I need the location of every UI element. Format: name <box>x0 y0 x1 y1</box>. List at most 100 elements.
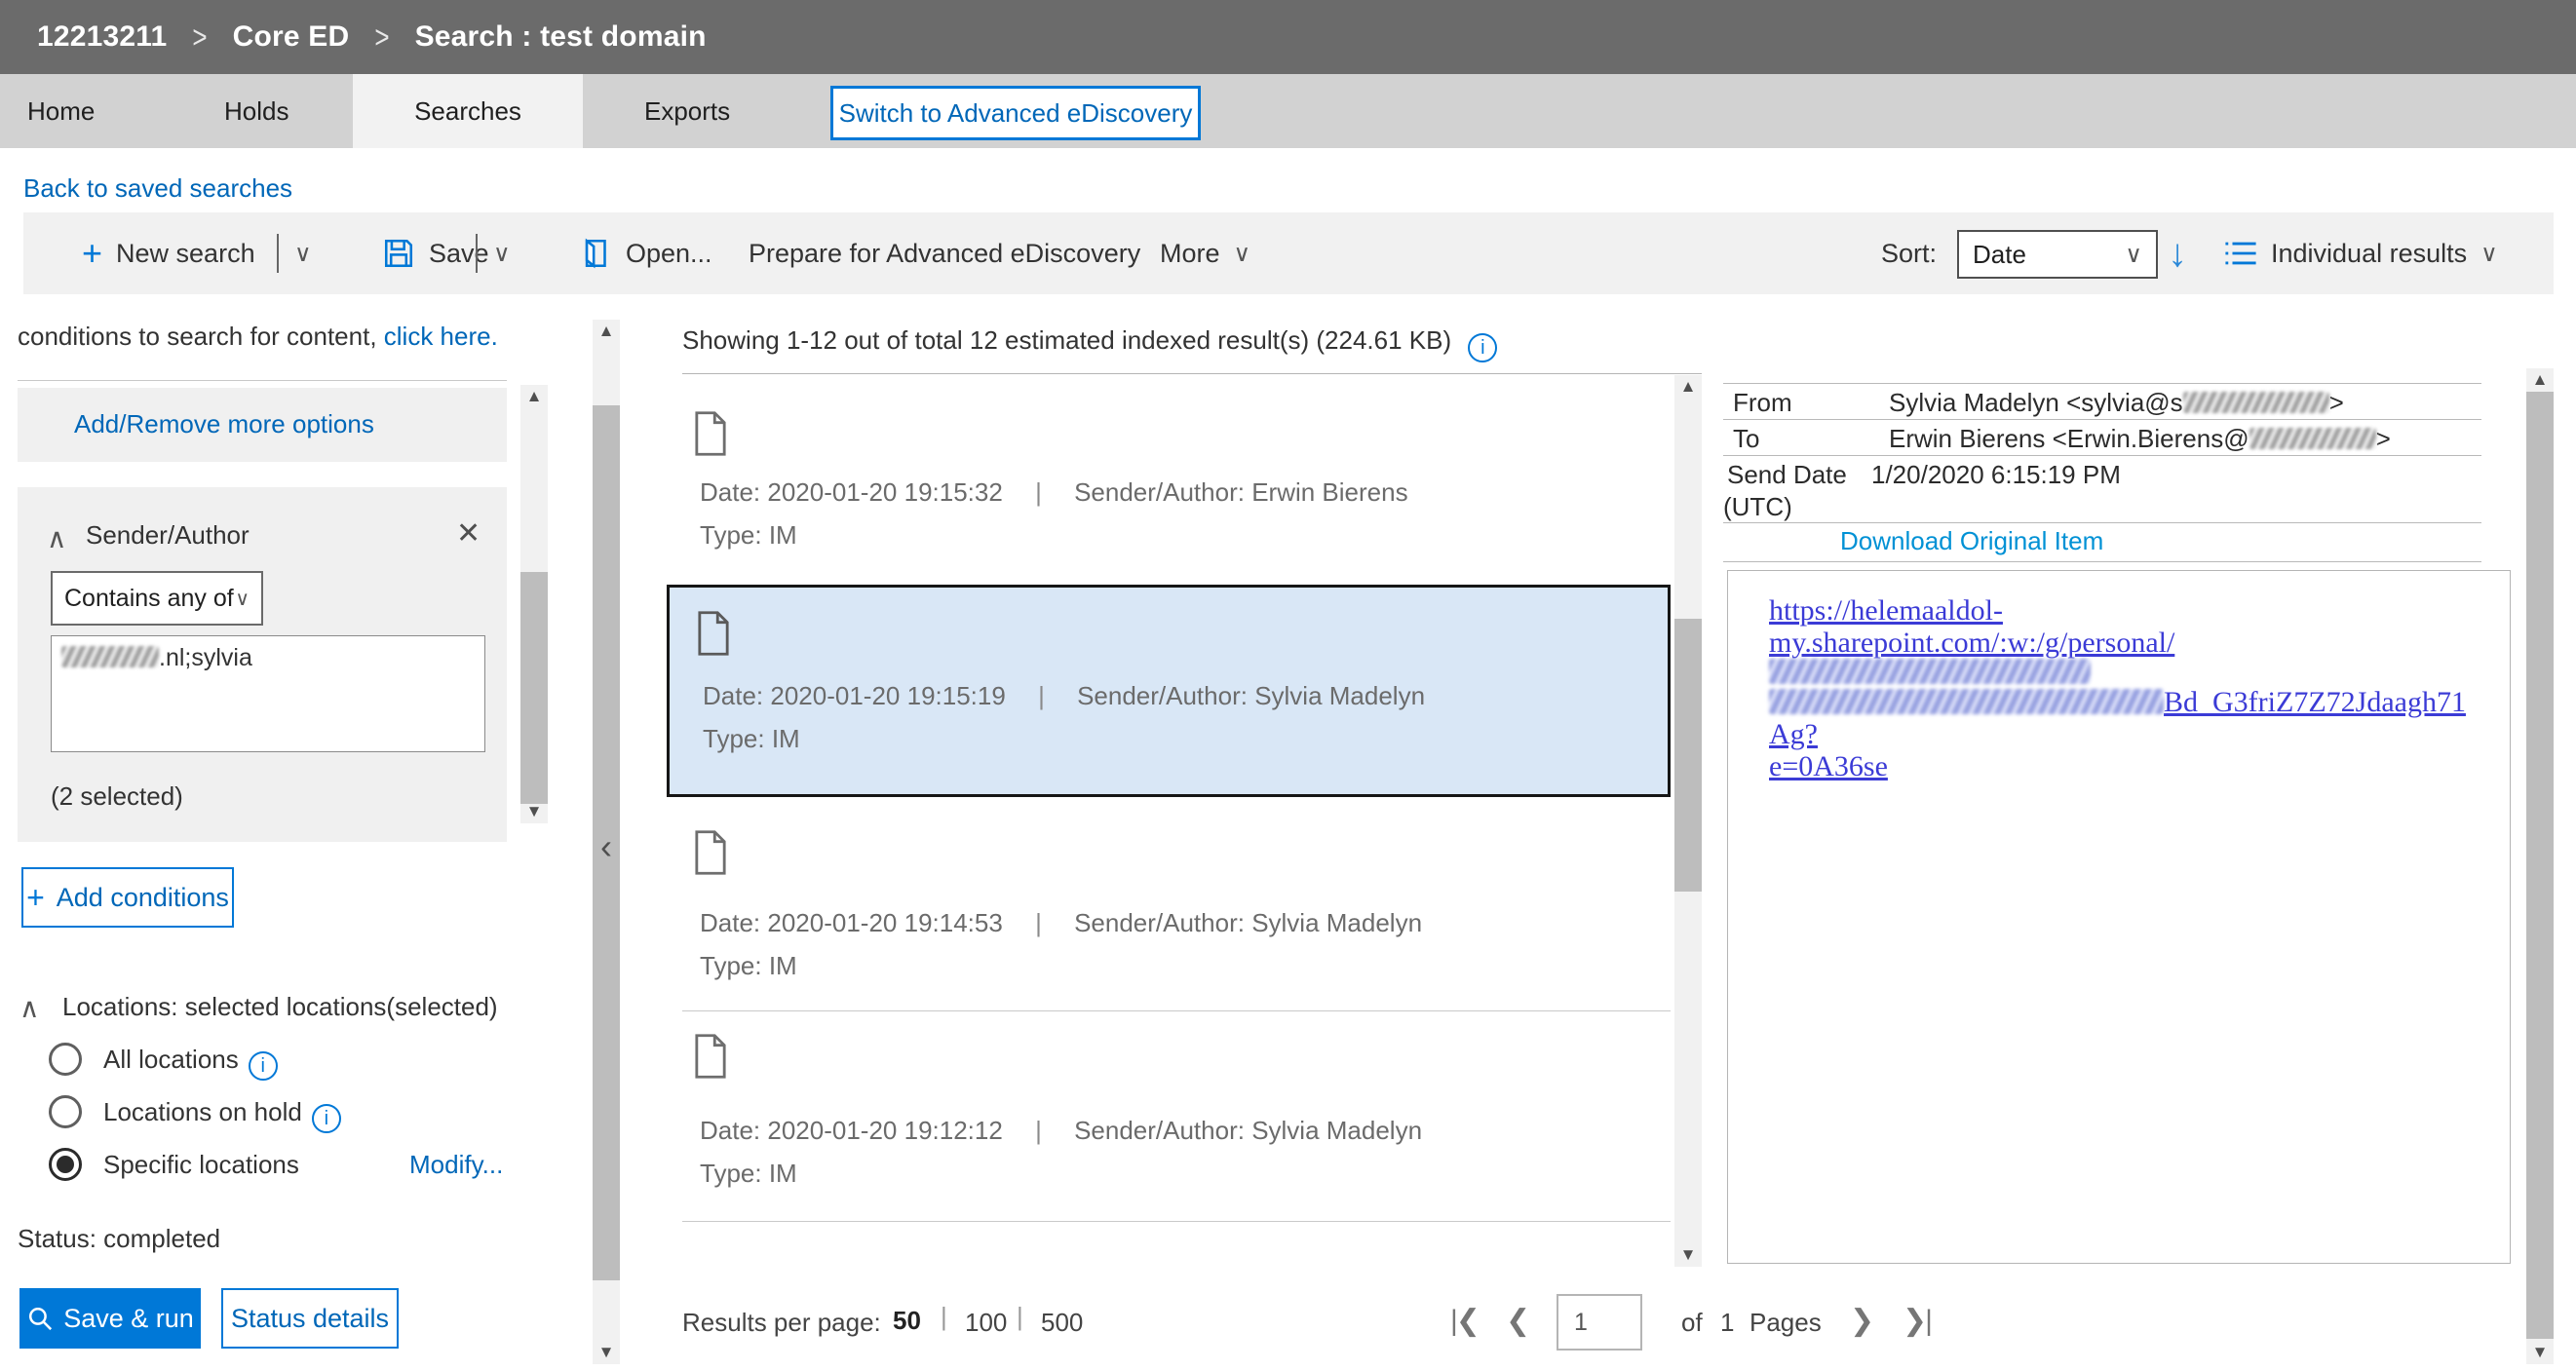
add-remove-options-link[interactable]: Add/Remove more options <box>74 409 374 439</box>
save-dropdown[interactable]: ∨ <box>493 212 511 294</box>
sharepoint-link[interactable]: https://helemaaldol- my.sharepoint.com/:… <box>1769 594 2480 782</box>
chevron-right-icon: > <box>192 18 208 56</box>
info-icon[interactable]: i <box>311 1104 341 1133</box>
send-date-label: Send Date <box>1727 460 1847 489</box>
scrollbar-thumb[interactable] <box>2526 392 2554 1339</box>
chevron-up-icon[interactable]: ∧ <box>19 992 40 1024</box>
page-number-input[interactable] <box>1557 1294 1642 1351</box>
tab-searches[interactable]: Searches <box>353 74 583 148</box>
send-date-value: 1/20/2020 6:15:19 PM <box>1871 460 2121 489</box>
page-size-100[interactable]: 100 <box>965 1308 1007 1338</box>
list-icon <box>2225 242 2256 265</box>
date-value: 2020-01-20 19:15:32 <box>767 477 1003 507</box>
date-label: Date: <box>700 1116 761 1145</box>
condition-title: Sender/Author <box>86 520 250 550</box>
divider <box>1723 419 2481 420</box>
sort-direction-button[interactable]: ↓ <box>2168 212 2187 294</box>
tab-exports[interactable]: Exports <box>644 74 730 148</box>
tab-holds[interactable]: Holds <box>224 74 288 148</box>
file-icon <box>695 830 726 875</box>
search-icon <box>29 1307 53 1331</box>
date-label: Date: <box>700 477 761 507</box>
results-scrollbar[interactable]: ▲ ▼ <box>1674 375 1702 1267</box>
info-icon[interactable]: i <box>1468 333 1498 362</box>
prev-page-button[interactable]: ❮ <box>1506 1304 1530 1338</box>
breadcrumb-case-id[interactable]: 12213211 <box>37 20 167 54</box>
page-size-500[interactable]: 500 <box>1041 1308 1083 1338</box>
scroll-down-icon[interactable]: ▼ <box>520 802 548 821</box>
plus-icon: + <box>26 880 45 915</box>
result-item-selected[interactable]: Date: 2020-01-20 19:15:19 | Sender/Autho… <box>667 585 1671 797</box>
save-and-run-button[interactable]: Save & run <box>19 1288 201 1349</box>
close-icon[interactable]: ✕ <box>456 516 481 551</box>
add-conditions-button[interactable]: + Add conditions <box>21 867 234 928</box>
breadcrumb-section[interactable]: Core ED <box>233 20 350 54</box>
tab-home[interactable]: Home <box>27 74 95 148</box>
new-search-dropdown[interactable]: ∨ <box>294 212 312 294</box>
save-button[interactable]: Save <box>382 212 489 294</box>
scrollbar-thumb[interactable] <box>1674 619 1702 892</box>
new-search-label: New search <box>116 238 255 268</box>
download-original-item-link[interactable]: Download Original Item <box>1840 526 2103 556</box>
chevron-down-icon: ∨ <box>294 240 312 267</box>
radio-specific-locations[interactable] <box>49 1148 82 1181</box>
result-item[interactable]: Date: 2020-01-20 19:15:32 | Sender/Autho… <box>667 388 1671 600</box>
scroll-up-icon[interactable]: ▲ <box>520 387 548 406</box>
type-label: Type: <box>700 951 762 980</box>
collapse-panel-chevron-icon[interactable]: ‹ <box>593 826 620 867</box>
left-panel-scrollbar[interactable]: ▲ ▼ ‹ <box>593 320 620 1364</box>
divider <box>682 1221 1671 1222</box>
page-title: Search : test domain <box>414 20 707 53</box>
scrollbar-thumb[interactable] <box>520 572 548 804</box>
scroll-down-icon[interactable]: ▼ <box>593 1343 620 1362</box>
chevron-down-icon: ∨ <box>235 588 250 610</box>
prepare-advanced-ediscovery-button[interactable]: Prepare for Advanced eDiscovery <box>749 212 1140 294</box>
sort-select[interactable]: Date ∨ <box>1957 230 2158 279</box>
date-value: 2020-01-20 19:12:12 <box>767 1116 1003 1145</box>
condition-value-textarea[interactable]: .nl;sylvia <box>51 635 485 752</box>
redacted-text <box>1769 689 2164 714</box>
back-to-saved-searches-link[interactable]: Back to saved searches <box>23 173 292 204</box>
result-item[interactable]: Date: 2020-01-20 19:12:12 | Sender/Autho… <box>667 1010 1671 1221</box>
last-page-button[interactable]: ❯| <box>1903 1304 1933 1338</box>
more-button[interactable]: More ∨ <box>1160 212 1250 294</box>
selected-count: (2 selected) <box>51 781 183 811</box>
next-page-button[interactable]: ❯ <box>1850 1304 1874 1338</box>
divider <box>1723 383 2481 384</box>
from-label: From <box>1733 388 1792 417</box>
status-details-button[interactable]: Status details <box>221 1288 399 1349</box>
info-icon[interactable]: i <box>248 1051 278 1081</box>
scroll-down-icon[interactable]: ▼ <box>2526 1343 2554 1362</box>
sender-value: Sylvia Madelyn <box>1251 1116 1423 1145</box>
scroll-down-icon[interactable]: ▼ <box>1674 1245 1702 1265</box>
add-remove-options-box: Add/Remove more options <box>18 388 507 462</box>
date-value: 2020-01-20 19:15:19 <box>770 681 1006 710</box>
chevron-down-icon: ∨ <box>2480 240 2498 267</box>
scroll-up-icon[interactable]: ▲ <box>2526 370 2554 390</box>
results-view-button[interactable]: Individual results ∨ <box>2224 212 2498 294</box>
radio-all-locations[interactable] <box>49 1043 82 1076</box>
switch-to-advanced-ediscovery-button[interactable]: Switch to Advanced eDiscovery <box>830 86 1201 140</box>
type-value: IM <box>768 520 797 550</box>
view-mode-label: Individual results <box>2271 238 2468 268</box>
divider <box>1723 522 2481 523</box>
first-page-button[interactable]: |❮ <box>1450 1304 1480 1338</box>
all-locations-label: All locations i <box>103 1045 278 1081</box>
pages-count: 1 <box>1720 1308 1735 1337</box>
new-search-button[interactable]: + New search <box>82 212 255 294</box>
scroll-up-icon[interactable]: ▲ <box>1674 377 1702 397</box>
scroll-up-icon[interactable]: ▲ <box>593 322 620 341</box>
modify-link[interactable]: Modify... <box>409 1150 503 1180</box>
type-value: IM <box>771 724 800 753</box>
radio-locations-on-hold[interactable] <box>49 1095 82 1128</box>
conditions-scrollbar[interactable]: ▲ ▼ <box>520 385 548 823</box>
condition-operator-select[interactable]: Contains any of ∨ <box>51 571 263 626</box>
detail-panel-scrollbar[interactable]: ▲ ▼ <box>2526 368 2554 1364</box>
page-size-50[interactable]: 50 <box>893 1306 921 1336</box>
open-button[interactable]: Open... <box>581 212 712 294</box>
redacted-text <box>2182 392 2329 413</box>
click-here-link[interactable]: click here. <box>384 322 498 351</box>
chevron-up-icon[interactable]: ∧ <box>47 522 67 554</box>
open-icon <box>585 238 606 269</box>
result-item[interactable]: Date: 2020-01-20 19:14:53 | Sender/Autho… <box>667 807 1671 1010</box>
